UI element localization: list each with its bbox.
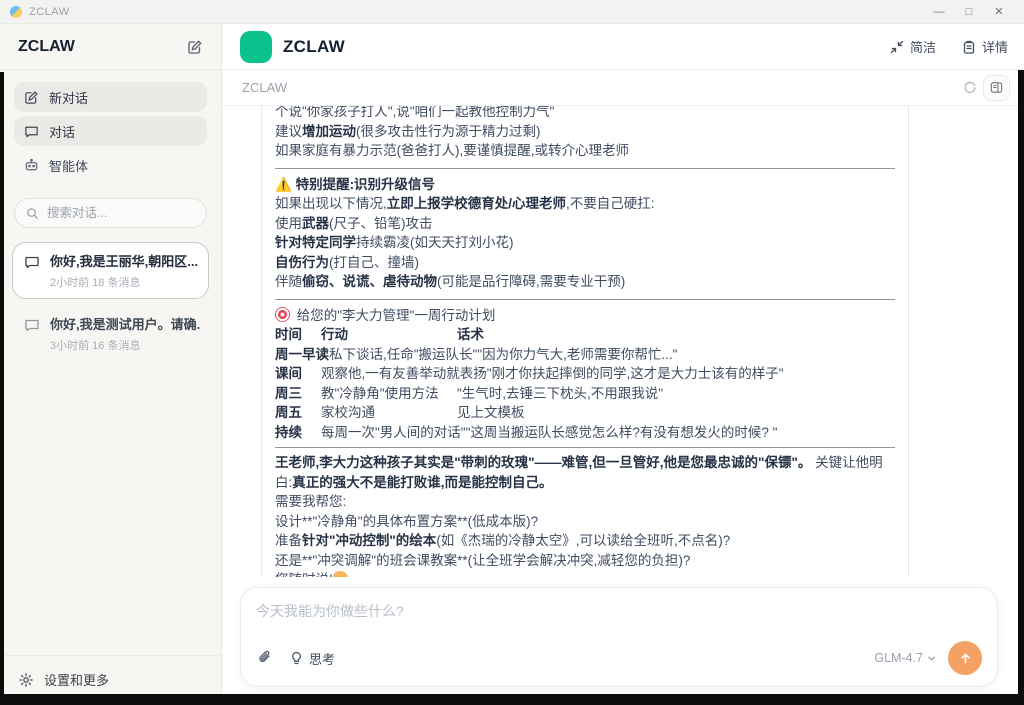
conversation-meta: 3小时前 16 条消息: [50, 337, 200, 353]
message-line: 王老师,李大力这种孩子其实是"带刺的玫瑰"——难管,但一旦管好,他是您最忠诚的"…: [275, 453, 895, 492]
header-actions: 简洁 详情: [890, 37, 1008, 56]
app-window: ZCLAW — □ ✕ ZCLAW: [0, 0, 1024, 705]
compose-icon[interactable]: [187, 39, 203, 55]
sidebar-title: ZCLAW: [18, 38, 75, 56]
sidebar-item-chats[interactable]: 对话: [14, 116, 207, 146]
chevron-down-icon: [927, 654, 936, 663]
lightbulb-icon: [290, 651, 303, 666]
message-line: 您随时说!💪: [275, 570, 895, 577]
settings-label: 设置和更多: [44, 670, 109, 689]
conversation-title: 你好,我是王丽华,朝阳区...: [50, 251, 198, 270]
message-line: 🎯 给您的"李大力管理"一周行动计划: [275, 306, 895, 326]
message-line: 针对特定同学持续霸凌(如天天打刘小花): [275, 233, 895, 253]
minimize-button[interactable]: —: [924, 0, 954, 24]
message-line: 使用武器(尺子、铅笔)攻击: [275, 214, 895, 234]
divider: [275, 168, 895, 169]
thinking-toggle[interactable]: 思考: [290, 649, 335, 668]
main-header: ZCLAW 简洁: [222, 24, 1024, 70]
message-line: 设计**"冷静角"的具体布置方案**(低成本版)?: [275, 512, 895, 532]
panel-right-icon: [990, 81, 1003, 94]
window-title: ZCLAW: [29, 6, 70, 18]
sidebar: ZCLAW 新对话: [0, 24, 222, 705]
message-line: 需要我帮您:: [275, 492, 895, 512]
search-input[interactable]: [47, 206, 195, 220]
message-line: 建议增加运动(很多攻击性行为源于精力过剩): [275, 122, 895, 142]
refresh-icon[interactable]: [963, 81, 977, 95]
table-header-cell: 行动: [321, 325, 457, 345]
composer: 思考 GLM-4.7: [240, 587, 998, 687]
window-controls: — □ ✕: [924, 0, 1014, 24]
send-button[interactable]: [948, 641, 982, 675]
model-name: GLM-4.7: [874, 651, 923, 665]
divider: [275, 299, 895, 300]
chat-bubble-icon: [24, 317, 40, 333]
thinking-label: 思考: [309, 649, 335, 668]
collapse-icon: [890, 40, 904, 54]
sidebar-item-new-chat[interactable]: 新对话: [14, 82, 207, 112]
compact-view-label: 简洁: [910, 37, 936, 56]
conversation-list: 你好,我是王丽华,朝阳区... 2小时前 18 条消息 你好,我是测试用户。请确…: [0, 234, 221, 370]
search-box[interactable]: [14, 198, 207, 228]
assistant-message: 个说"你家孩子打人",说"咱们一起教他控制力气" 建议增加运动(很多攻击性行为源…: [261, 106, 909, 577]
chat-bubble-icon: [24, 124, 39, 139]
message-line: 如果家庭有暴力示范(爸爸打人),要谨慎提醒,或转介心理老师: [275, 141, 895, 161]
sidebar-header: ZCLAW: [0, 24, 221, 70]
message-line: ⚠️ 特别提醒:识别升级信号: [275, 175, 895, 195]
app-logo-icon: [10, 6, 22, 18]
settings-and-more[interactable]: 设置和更多: [0, 655, 221, 705]
conversation-meta: 2小时前 18 条消息: [50, 274, 198, 290]
clipboard-icon: [962, 40, 976, 54]
message-line: 如果出现以下情况,立即上报学校德育处/心理老师,不要自己硬扛:: [275, 194, 895, 214]
details-view-button[interactable]: 详情: [962, 37, 1008, 56]
table-row: 持续每周一次"男人间的对话""这周当搬运队长感觉怎么样?有没有想发火的时候? ": [275, 423, 895, 449]
app-name: ZCLAW: [283, 37, 345, 57]
table-row: 周五家校沟通见上文模板: [275, 403, 895, 423]
conversation-item[interactable]: 你好,我是王丽华,朝阳区... 2小时前 18 条消息: [12, 242, 209, 299]
composer-area: 思考 GLM-4.7: [222, 577, 1024, 705]
side-panel-toggle-button[interactable]: [983, 75, 1010, 101]
table-row: 周三教"冷静角"使用方法"生气时,去锤三下枕头,不用跟我说": [275, 384, 895, 404]
table-header-cell: 话术: [457, 327, 484, 342]
message-input[interactable]: [256, 601, 982, 641]
message-line: 伴随偷窃、说谎、虐待动物(可能是品行障碍,需要专业干预): [275, 272, 895, 292]
robot-icon: [24, 158, 39, 173]
sidebar-item-label: 智能体: [49, 156, 88, 175]
sidebar-nav: 新对话 对话: [0, 70, 221, 180]
chat-bubble-icon: [24, 254, 40, 270]
titlebar: ZCLAW — □ ✕: [0, 0, 1024, 24]
conversation-item[interactable]: 你好,我是测试用户。请确... 3小时前 16 条消息: [12, 305, 209, 362]
chat-title: ZCLAW: [242, 80, 287, 95]
table-row: 周一早读私下谈话,任命"搬运队长""因为你力气大,老师需要你帮忙...": [275, 345, 895, 365]
sidebar-item-agents[interactable]: 智能体: [14, 150, 207, 180]
message-line: 准备针对"冲动控制"的绘本(如《杰瑞的冷静太空》,可以读给全班听,不点名)?: [275, 531, 895, 551]
table-header-cell: 时间: [275, 325, 321, 345]
sidebar-item-label: 对话: [49, 122, 75, 141]
message-line: 自伤行为(打自己、撞墙): [275, 253, 895, 273]
sidebar-item-label: 新对话: [49, 88, 88, 107]
close-button[interactable]: ✕: [984, 0, 1014, 24]
table-row: 课间观察他,一有友善举动就表扬"刚才你扶起摔倒的同学,这才是大力士该有的样子": [275, 364, 895, 384]
compact-view-button[interactable]: 简洁: [890, 37, 936, 56]
chat-subheader: ZCLAW: [222, 70, 1024, 106]
search-icon: [26, 207, 39, 220]
chat-scroll-area[interactable]: 个说"你家孩子打人",说"咱们一起教他控制力气" 建议增加运动(很多攻击性行为源…: [222, 106, 1024, 577]
table-header-row: 时间行动话术: [275, 325, 895, 345]
gear-icon: [18, 672, 34, 688]
compose-icon: [24, 90, 39, 105]
conversation-title: 你好,我是测试用户。请确...: [50, 314, 200, 333]
message-line: 还是**"冲突调解"的班会课教案**(让全班学会解决冲突,减轻您的负担)?: [275, 551, 895, 571]
arrow-up-icon: [958, 651, 973, 666]
details-view-label: 详情: [982, 37, 1008, 56]
main-panel: ZCLAW 简洁: [222, 24, 1024, 705]
attachment-icon[interactable]: [256, 649, 274, 667]
model-selector[interactable]: GLM-4.7: [874, 651, 936, 665]
brand-logo-icon: [240, 31, 272, 63]
action-plan-table: 时间行动话术 周一早读私下谈话,任命"搬运队长""因为你力气大,老师需要你帮忙.…: [275, 325, 895, 448]
message-line: 个说"你家孩子打人",说"咱们一起教他控制力气": [275, 106, 895, 122]
maximize-button[interactable]: □: [954, 0, 984, 24]
